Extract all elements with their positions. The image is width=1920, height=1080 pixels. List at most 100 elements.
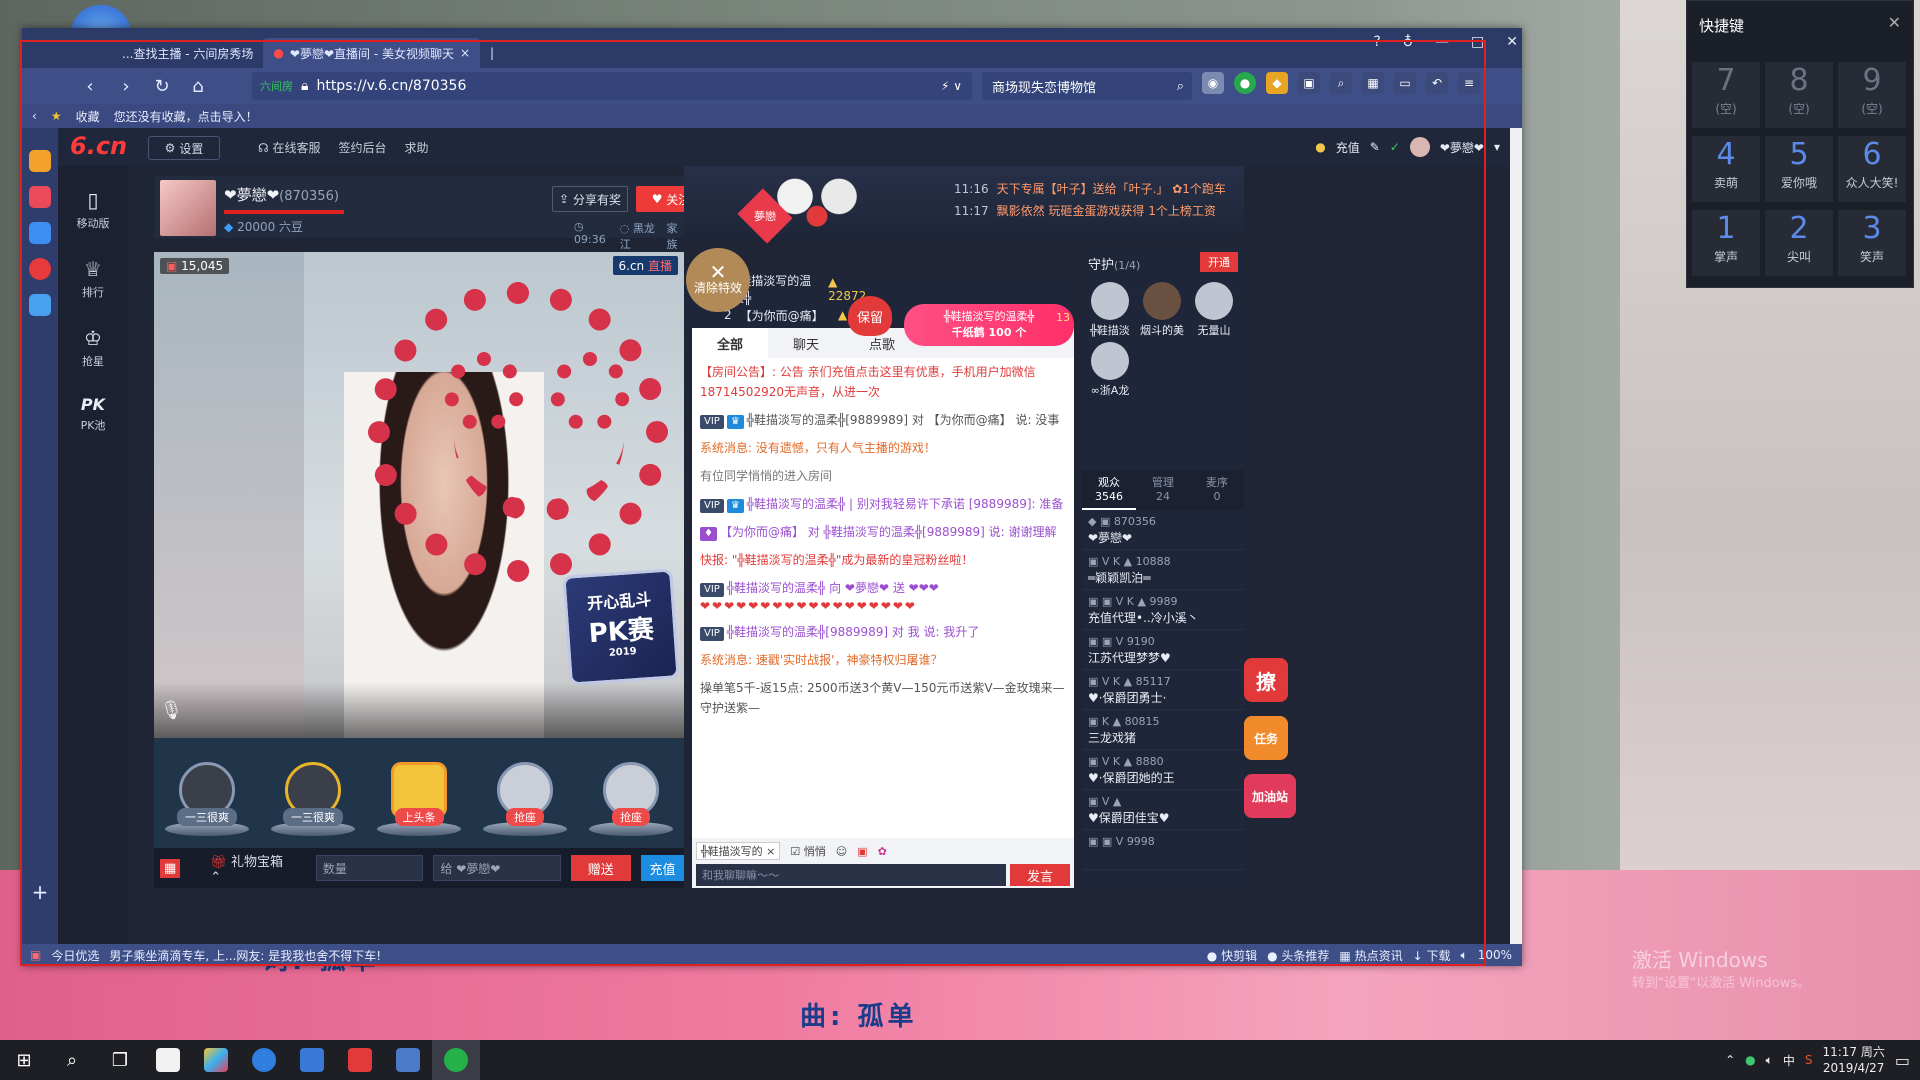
app-6cn-icon[interactable] [336, 1040, 384, 1080]
settings-button[interactable]: ⚙ 设置 [148, 136, 220, 160]
user-name[interactable]: ❤夢戀❤ [1440, 139, 1484, 156]
search-icon[interactable]: ⌕ [48, 1040, 96, 1080]
guard-member[interactable]: ╬鞋描淡 [1088, 282, 1132, 338]
bookmark-button[interactable]: 收藏 [76, 108, 100, 125]
lightning-icon[interactable]: ⚡ ∨ [941, 79, 962, 93]
gift-box-button[interactable]: 🎁︎ 礼物宝箱 ⌃ [210, 851, 296, 885]
tab-audience[interactable]: 观众 3546 [1082, 470, 1136, 510]
audience-item[interactable]: ▣ V ▲ ♥保爵团佳宝♥ [1082, 790, 1244, 830]
bookmark-import-hint[interactable]: 您还没有收藏，点击导入！ [114, 108, 258, 125]
app-4-icon[interactable] [288, 1040, 336, 1080]
address-bar[interactable]: 六间房 🔒︎ https://v.6.cn/870356 ⚡ ∨ [252, 72, 972, 100]
send-message-button[interactable]: 发言 [1010, 864, 1070, 886]
search-icon[interactable]: ⌕ [1177, 79, 1184, 94]
audience-item[interactable]: ▣ ▣ V 9998 [1082, 830, 1244, 870]
extension-tablet-icon[interactable]: ▭ [1394, 72, 1416, 94]
recharge-link[interactable]: 充值 [1336, 139, 1360, 156]
app-1-icon[interactable] [144, 1040, 192, 1080]
audience-item[interactable]: ▣ V K ▲ 8880 ♥·保爵团她的王 [1082, 750, 1244, 790]
extension-grid-icon[interactable]: ▦ [1362, 72, 1384, 94]
zoom-level[interactable]: 100% [1478, 948, 1512, 962]
guard-member[interactable]: ∞浙A龙 [1088, 342, 1132, 398]
audience-item[interactable]: ▣ V K ▲ 85117 ♥·保爵团勇士· [1082, 670, 1244, 710]
seat-grab-1[interactable]: 抢座 [482, 750, 568, 836]
shortcut-key-3[interactable]: 3 笑声 [1838, 210, 1906, 276]
pk-gift-bubble[interactable]: ╬鞋描淡写的温柔╬ 千纸鹤 100 个 13 [904, 304, 1074, 346]
task-button[interactable]: 任务 [1244, 716, 1288, 760]
seat-2[interactable]: 一三很爽 [270, 750, 356, 836]
contract-link[interactable]: 签约后台 [339, 139, 387, 156]
gift-recipient-select[interactable]: 给 ❤夢戀❤ [433, 855, 561, 881]
shortcut-key-2[interactable]: 2 尖叫 [1765, 210, 1833, 276]
shortcut-key-8[interactable]: 8 (空) [1765, 62, 1833, 128]
gift-quantity-input[interactable]: 数量 [315, 855, 424, 881]
tab-all[interactable]: 全部 [692, 328, 768, 358]
chat-input[interactable]: 和我聊聊嘛～～ [696, 864, 1006, 886]
volume-icon[interactable]: 🔈︎ [1460, 948, 1467, 963]
new-tab-button[interactable]: | [480, 38, 504, 68]
news-icon[interactable] [29, 186, 51, 208]
nav-mobile[interactable]: ▯ 移动版 [77, 188, 110, 231]
windows-start-icon[interactable]: ⊞ [0, 1040, 48, 1080]
add-sidebar-icon[interactable]: + [32, 880, 49, 904]
shortcut-key-7[interactable]: 7 (空) [1692, 62, 1760, 128]
close-tab-icon[interactable]: × [460, 46, 470, 60]
audience-item[interactable]: ▣ ▣ V K ▲ 9989 充值代理•..冷小溪丶 [1082, 590, 1244, 630]
ime-indicator[interactable]: 中 [1783, 1052, 1795, 1069]
tab-mic-queue[interactable]: 麦序 0 [1190, 470, 1244, 510]
refresh-icon[interactable]: ↻ [144, 76, 180, 97]
extension-green-icon[interactable]: ● [1234, 72, 1256, 94]
menu-icon[interactable]: ≡ [1458, 72, 1480, 94]
maximize-icon[interactable]: □ [1471, 34, 1484, 50]
weibo-icon[interactable] [29, 258, 51, 280]
home-icon[interactable]: ⌂ [180, 76, 216, 97]
edit-icon[interactable]: ✎ [1370, 140, 1380, 154]
extension-frog-icon[interactable]: ◉ [1202, 72, 1224, 94]
seat-headline[interactable]: 上头条 [376, 750, 462, 836]
emoji-icon[interactable]: ☺ [836, 845, 847, 858]
nav-rank[interactable]: ♕ 排行 [82, 257, 104, 300]
guard-member[interactable]: 无量山 [1192, 282, 1236, 338]
gift-bag-icon[interactable]: ▦ [160, 858, 181, 878]
audience-item[interactable]: ▣ ▣ V 9190 江苏代理梦梦♥ [1082, 630, 1244, 670]
docs-icon[interactable] [29, 222, 51, 244]
favorites-icon[interactable] [29, 150, 51, 172]
shortcut-key-9[interactable]: 9 (空) [1838, 62, 1906, 128]
minimize-icon[interactable]: — [1435, 34, 1449, 50]
app-2-icon[interactable] [192, 1040, 240, 1080]
chevron-down-icon[interactable]: ▾ [1494, 140, 1500, 154]
keep-heart-badge[interactable]: 保留 [848, 296, 892, 336]
microphone-icon[interactable]: 🎙︎ [160, 700, 183, 721]
extension-shield-icon[interactable]: ◆ [1266, 72, 1288, 94]
guard-member[interactable]: 烟斗的美 [1140, 282, 1184, 338]
tease-button[interactable]: 撩 [1244, 658, 1288, 702]
help-icon[interactable]: ? [1373, 34, 1380, 50]
shortcut-key-6[interactable]: 6 众人大笑! [1838, 136, 1906, 202]
tab-chat[interactable]: 聊天 [768, 328, 844, 358]
close-icon[interactable]: ✕ [1888, 13, 1901, 32]
page-scrollbar[interactable] [1510, 128, 1522, 944]
user-avatar[interactable] [1409, 137, 1430, 157]
open-guard-button[interactable]: 开通 [1200, 252, 1238, 272]
shirt-skin-icon[interactable]: ♁ [1403, 34, 1413, 50]
seat-1[interactable]: 一三很爽 [164, 750, 250, 836]
shortcut-key-1[interactable]: 1 掌声 [1692, 210, 1760, 276]
tab-search[interactable]: ...查找主播 - 六间房秀场 [112, 38, 263, 68]
shortcut-key-4[interactable]: 4 卖萌 [1692, 136, 1760, 202]
live-video[interactable]: ▣ 15,045 6.cn 直播 开心乱斗 PK赛 2019 🎙︎ [154, 252, 684, 738]
extension-search-icon[interactable]: ⌕ [1330, 72, 1352, 94]
speaker-icon[interactable]: 🔈︎ [1766, 1053, 1773, 1068]
app-3-icon[interactable] [240, 1040, 288, 1080]
chat-target-select[interactable]: ╬鞋描淡写的 × [696, 842, 781, 860]
tray-green-icon[interactable]: ● [1745, 1053, 1755, 1067]
forward-icon[interactable]: › [108, 76, 144, 97]
app-5-icon[interactable] [384, 1040, 432, 1080]
recharge-button[interactable]: 充值 [641, 855, 685, 881]
nav-grab-star[interactable]: ♔ 抢星 [82, 326, 104, 369]
back-icon[interactable]: ‹ [72, 76, 108, 97]
tab-admin[interactable]: 管理 24 [1136, 470, 1190, 510]
nav-pk[interactable]: PK PK池 [81, 395, 106, 433]
audience-item[interactable]: ▣ V K ▲ 10888 ═颖颖凯泊═ [1082, 550, 1244, 590]
host-family[interactable]: 家族 [666, 220, 684, 252]
search-input[interactable]: 商场现失恋博物馆 ⌕ [982, 72, 1192, 100]
